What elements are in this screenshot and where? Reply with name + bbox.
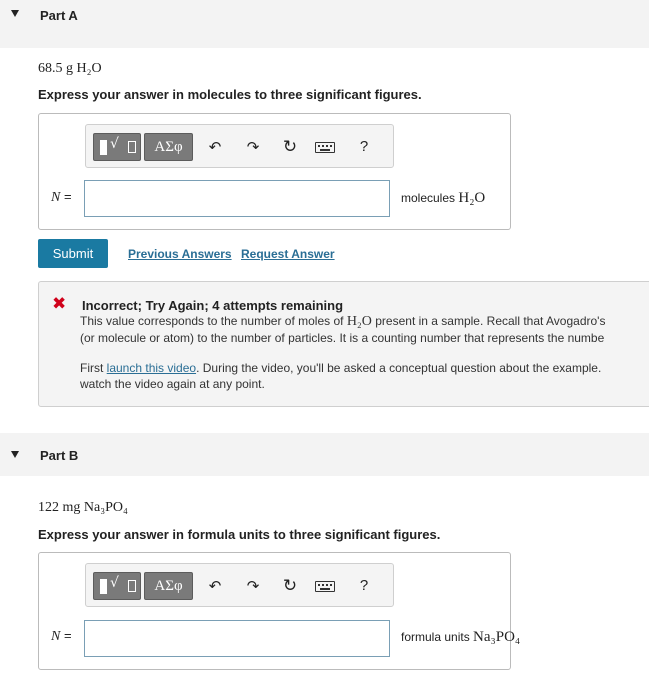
part-b-math-toolbar: √ ΑΣφ ↶ ↷ ↻ ? xyxy=(85,563,394,607)
part-a-title: Part A xyxy=(40,8,78,23)
collapse-triangle-icon[interactable] xyxy=(11,451,19,458)
undo-icon[interactable]: ↶ xyxy=(204,576,226,596)
part-b-units: formula units Na₃PO₄ xyxy=(401,629,521,645)
part-a-answer-label: N = xyxy=(51,189,72,205)
help-button[interactable]: ? xyxy=(353,576,375,596)
part-b-title: Part B xyxy=(40,448,79,463)
part-b-formula: Na₃PO₄ xyxy=(83,500,128,515)
feedback-line-4: watch the video again at any point. xyxy=(80,377,265,391)
request-answer-link[interactable]: Request Answer xyxy=(241,247,335,261)
greek-symbols-button[interactable]: ΑΣφ xyxy=(144,572,193,600)
part-a-math-toolbar: √ ΑΣφ ↶ ↷ ↻ ? xyxy=(85,124,394,168)
part-b-answer-input[interactable] xyxy=(84,620,390,657)
keyboard-icon[interactable] xyxy=(315,142,335,153)
part-b-quantity: 122 mg xyxy=(38,500,84,515)
part-a-quantity: 68.5 g xyxy=(38,61,77,76)
part-a-answer-input[interactable] xyxy=(84,180,390,217)
reset-icon[interactable]: ↻ xyxy=(279,137,301,157)
submit-button[interactable]: Submit xyxy=(38,239,108,268)
incorrect-x-icon: ✖ xyxy=(52,294,67,314)
templates-button[interactable]: √ xyxy=(93,133,141,161)
reset-icon[interactable]: ↻ xyxy=(279,576,301,596)
keyboard-icon[interactable] xyxy=(315,581,335,592)
feedback-panel: ✖ Incorrect; Try Again; 4 attempts remai… xyxy=(38,281,649,407)
greek-symbols-button[interactable]: ΑΣφ xyxy=(144,133,193,161)
part-a-problem: 68.5 g H₂O xyxy=(38,61,102,77)
launch-video-link[interactable]: launch this video xyxy=(107,361,196,375)
part-b-problem: 122 mg Na₃PO₄ xyxy=(38,500,128,516)
help-button[interactable]: ? xyxy=(353,137,375,157)
feedback-line-3: First launch this video. During the vide… xyxy=(80,361,602,375)
redo-icon[interactable]: ↷ xyxy=(242,137,264,157)
part-b-instruction: Express your answer in formula units to … xyxy=(38,527,441,542)
sqrt-icon: √ xyxy=(110,575,119,591)
part-b-answer-label: N = xyxy=(51,628,72,644)
feedback-line-1: This value corresponds to the number of … xyxy=(80,314,606,329)
redo-icon[interactable]: ↷ xyxy=(242,576,264,596)
collapse-triangle-icon[interactable] xyxy=(11,10,19,17)
undo-icon[interactable]: ↶ xyxy=(204,137,226,157)
templates-button[interactable]: √ xyxy=(93,572,141,600)
previous-answers-link[interactable]: Previous Answers xyxy=(128,247,232,261)
part-b-header[interactable]: Part B xyxy=(0,433,649,476)
part-a-header[interactable]: Part A xyxy=(0,0,649,48)
feedback-line-2: (or molecule or atom) to the number of p… xyxy=(80,331,605,345)
part-a-instruction: Express your answer in molecules to thre… xyxy=(38,87,422,102)
feedback-title: Incorrect; Try Again; 4 attempts remaini… xyxy=(82,298,344,313)
sqrt-icon: √ xyxy=(110,136,119,152)
part-a-units: molecules H₂O xyxy=(401,190,486,206)
part-a-formula: H₂O xyxy=(76,61,102,76)
